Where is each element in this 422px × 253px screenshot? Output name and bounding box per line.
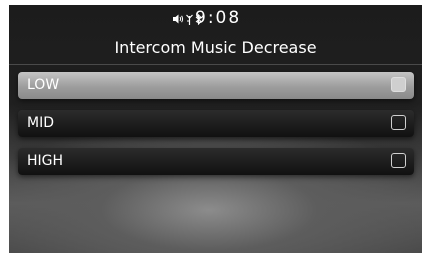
option-list: LOW MID HIGH (18, 72, 414, 186)
option-low-checkbox[interactable] (391, 77, 406, 92)
speaker-volume-icon (173, 14, 184, 24)
option-mid-row[interactable]: MID (18, 110, 414, 137)
option-high-label: HIGH (27, 153, 64, 169)
display-screen: 9:08 Intercom Music Decrease LOW MID HIG… (9, 5, 422, 253)
status-bar: 9:08 (9, 5, 422, 31)
page-title: Intercom Music Decrease (114, 38, 317, 57)
antenna-icon (186, 14, 193, 25)
option-high-checkbox[interactable] (391, 153, 406, 168)
option-mid-label: MID (27, 115, 54, 131)
option-high-row[interactable]: HIGH (18, 148, 414, 175)
option-low-label: LOW (27, 77, 60, 93)
title-divider (9, 64, 422, 65)
display-frame: 9:08 Intercom Music Decrease LOW MID HIG… (0, 0, 422, 253)
clock-time: 9:08 (195, 8, 242, 28)
option-mid-checkbox[interactable] (391, 115, 406, 130)
option-low-row[interactable]: LOW (18, 72, 414, 99)
